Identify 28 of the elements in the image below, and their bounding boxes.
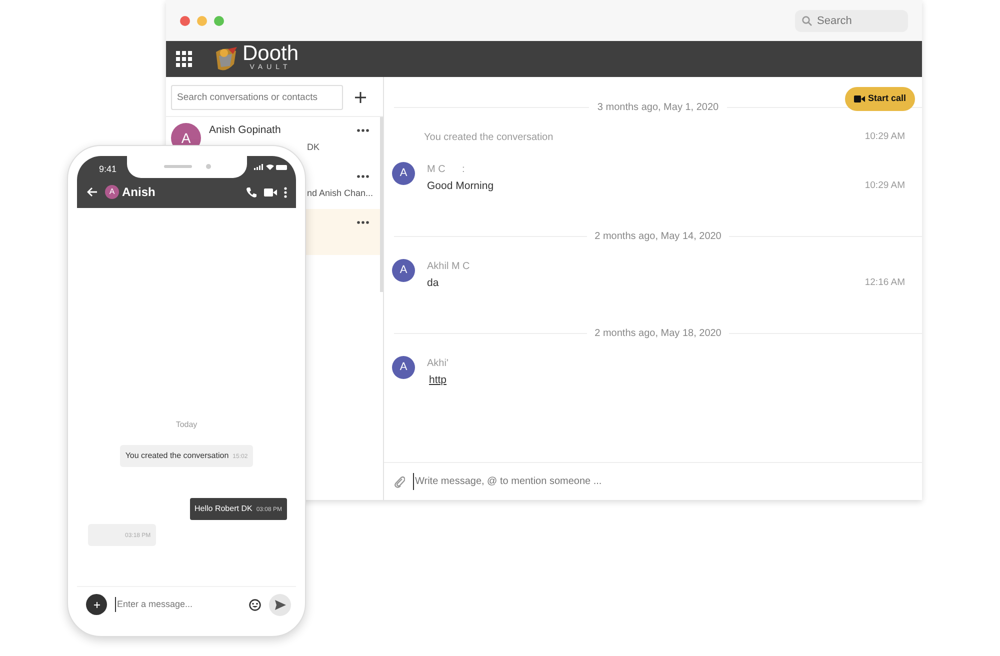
day-label: Today (176, 419, 198, 431)
timestamp: 10:29 AM (864, 130, 905, 144)
contact-name: Anish Gopinath (209, 123, 281, 138)
system-message: You created the conversation (424, 131, 554, 145)
search-field[interactable]: Search conversations or contacts (171, 85, 343, 110)
message-text: Good Morning (427, 179, 494, 194)
search-field[interactable]: Search (795, 10, 908, 32)
date-separator: 3 months ago, May 1, 2020 (596, 100, 720, 114)
date-separator: 2 months ago, May 14, 2020 (594, 230, 722, 244)
logo-text: Dooth (242, 44, 299, 63)
sender-name: M C : (427, 163, 466, 177)
message-input[interactable]: Write message, @ to mention someone ... (413, 473, 922, 490)
message-preview: DK (307, 141, 320, 154)
avatar: A (392, 259, 415, 282)
start-call-button[interactable]: Start call (844, 87, 915, 111)
message-preview: nd Anish Chan... (307, 187, 374, 200)
avatar: A (392, 356, 415, 379)
status-time: 9:41 (99, 163, 117, 176)
sender-name: Akhi' (427, 357, 450, 371)
avatar: A (105, 185, 119, 199)
message-text: da (427, 276, 439, 291)
message-link[interactable]: http (429, 373, 447, 389)
timestamp: 10:29 AM (864, 179, 905, 193)
date-separator: 2 months ago, May 18, 2020 (594, 326, 722, 340)
sender-name: Akhil M C (427, 260, 471, 274)
avatar: A (392, 162, 415, 185)
contact-name: Anish (122, 184, 156, 201)
timestamp: 12:16 AM (864, 276, 905, 290)
